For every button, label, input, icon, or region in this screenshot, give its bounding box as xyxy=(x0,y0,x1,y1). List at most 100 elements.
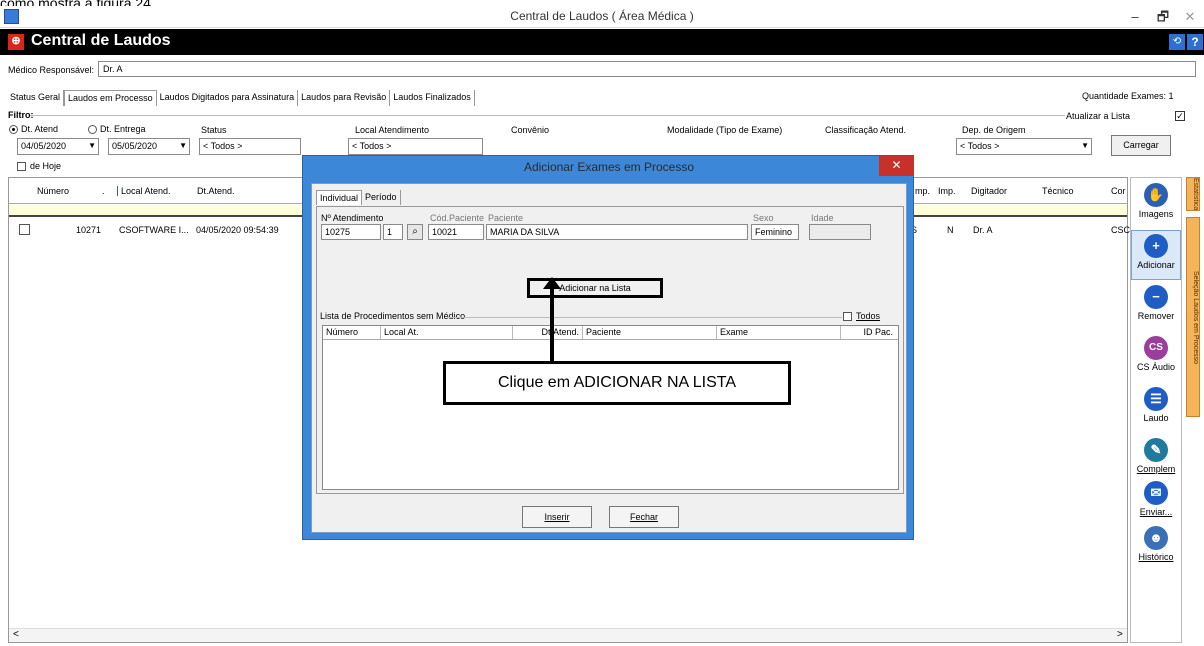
help-icon[interactable]: ? xyxy=(1187,34,1203,50)
close-window-button[interactable]: ✕ xyxy=(1177,6,1203,28)
sequence-input[interactable]: 1 xyxy=(383,224,403,240)
enviar-label: Enviar... xyxy=(1139,507,1173,517)
laudo-button[interactable]: ☰ Laudo xyxy=(1131,384,1181,434)
radio-dt-entrega[interactable]: Dt. Entrega xyxy=(88,124,146,135)
dialog-body: Individual Período Nº Atendimento Cód.Pa… xyxy=(311,183,907,533)
paciente-input[interactable]: MARIA DA SILVA xyxy=(486,224,748,240)
col-local-atend[interactable]: Local Atend. xyxy=(117,186,171,196)
quantidade-exames: Quantidade Exames: 1 xyxy=(1082,91,1174,101)
remover-button[interactable]: − Remover xyxy=(1131,282,1181,332)
document-icon: ☰ xyxy=(1144,387,1168,411)
tab-laudos-revisao[interactable]: Laudos para Revisão xyxy=(298,90,391,106)
horizontal-scrollbar[interactable]: < > xyxy=(9,628,1127,642)
carregar-button[interactable]: Carregar xyxy=(1111,135,1171,156)
window-title: Central de Laudos ( Área Médica ) xyxy=(510,9,694,23)
remover-label: Remover xyxy=(1137,311,1175,321)
dep-origem-value: < Todos > xyxy=(960,141,1000,151)
col-dt-atend[interactable]: Dt.Atend. xyxy=(197,186,235,196)
medico-field[interactable]: Dr. A xyxy=(98,61,1196,77)
de-hoje-checkbox[interactable]: de Hoje xyxy=(17,161,62,172)
inserir-button[interactable]: Inserir xyxy=(522,506,592,528)
tab-periodo[interactable]: Período xyxy=(362,190,401,205)
tab-laudos-finalizados[interactable]: Laudos Finalizados xyxy=(390,90,475,106)
tab-laudos-digitados[interactable]: Laudos Digitados para Assinatura xyxy=(157,90,299,106)
de-hoje-label: de Hoje xyxy=(30,161,62,171)
col-mp[interactable]: mp. xyxy=(915,186,930,196)
atendimento-input[interactable]: 10275 xyxy=(321,224,381,240)
atualizar-lista-checkbox[interactable]: ✓ xyxy=(1175,111,1185,121)
scroll-left-icon[interactable]: < xyxy=(13,629,19,640)
atendimento-label: Nº Atendimento xyxy=(321,213,384,223)
atualizar-lista-label: Atualizar a Lista xyxy=(1066,111,1131,121)
minimize-button[interactable]: – xyxy=(1122,6,1148,28)
status-value: < Todos > xyxy=(203,141,243,151)
status-label: Status xyxy=(201,125,227,135)
annotation-arrow-shaft xyxy=(550,285,554,361)
dep-origem-label: Dep. de Origem xyxy=(962,125,1026,135)
complement-icon: ✎ xyxy=(1144,438,1168,462)
row-checkbox[interactable] xyxy=(19,224,30,235)
tab-individual[interactable]: Individual xyxy=(316,190,363,205)
lista-col-id-pac[interactable]: ID Pac. xyxy=(841,326,896,339)
cell-cor: CSC xyxy=(1111,225,1131,235)
col-digitador[interactable]: Digitador xyxy=(971,186,1007,196)
todos-checkbox[interactable]: Todos xyxy=(843,311,881,322)
lista-col-paciente[interactable]: Paciente xyxy=(583,326,717,339)
enviar-button[interactable]: ✉ Enviar... xyxy=(1131,478,1181,528)
dep-origem-combo[interactable]: < Todos > ▼ xyxy=(956,138,1092,155)
lista-divider xyxy=(447,317,842,318)
minus-icon: − xyxy=(1144,285,1168,309)
adicionar-label: Adicionar xyxy=(1137,260,1175,270)
col-imp[interactable]: Imp. xyxy=(938,186,956,196)
col-tecnico[interactable]: Técnico xyxy=(1042,186,1074,196)
sexo-input[interactable]: Feminino xyxy=(751,224,799,240)
complem-label: Complem xyxy=(1136,464,1176,474)
todos-label: Todos xyxy=(856,311,881,321)
restore-button[interactable]: 🗗 xyxy=(1150,6,1176,28)
cell-local: CSOFTWARE I... xyxy=(119,225,189,235)
filtro-divider xyxy=(30,115,1065,116)
col-dot[interactable]: . xyxy=(102,186,105,196)
lista-col-exame[interactable]: Exame xyxy=(717,326,841,339)
date-to-combo[interactable]: 05/05/2020 ▼ xyxy=(108,138,190,155)
radio-dt-atend-label: Dt. Atend xyxy=(21,124,59,134)
estatisticas-strip[interactable]: Estatísticas xyxy=(1186,177,1200,211)
action-sidebar: ✋ Imagens + Adicionar − Remover CS CS Áudio … xyxy=(1130,177,1182,643)
date-from-combo[interactable]: 04/05/2020 ▼ xyxy=(17,138,99,155)
lista-col-dt-atend[interactable]: Dt.Atend. xyxy=(513,326,583,339)
tab-status-geral[interactable]: Status Geral xyxy=(7,90,65,106)
cell-numero: 10271 xyxy=(76,225,102,235)
dialog-title: Adicionar Exames em Processo xyxy=(523,160,695,174)
cell-digitador: Dr. A xyxy=(973,225,993,235)
radio-dt-entrega-label: Dt. Entrega xyxy=(100,124,146,134)
paciente-label: Paciente xyxy=(488,213,524,223)
binoculars-icon[interactable]: ⌕ xyxy=(407,224,423,240)
imagens-label: Imagens xyxy=(1138,209,1174,219)
cod-paciente-input[interactable]: 10021 xyxy=(428,224,484,240)
adicionar-button[interactable]: + Adicionar xyxy=(1131,230,1181,280)
idade-input[interactable] xyxy=(809,224,871,240)
lista-col-numero[interactable]: Número xyxy=(323,326,381,339)
refresh-icon[interactable]: ⟲ xyxy=(1169,34,1185,50)
lista-procedimentos-table[interactable]: Número Local At. Dt.Atend. Paciente Exam… xyxy=(322,325,899,490)
selecao-laudos-strip[interactable]: Seleção Laudos em Processo xyxy=(1186,217,1200,417)
historico-button[interactable]: ☻ Histórico xyxy=(1131,523,1181,573)
classificacao-label: Classificação Atend. xyxy=(825,125,907,135)
historico-label: Histórico xyxy=(1138,552,1174,562)
col-cor[interactable]: Cor xyxy=(1111,186,1126,196)
fechar-button[interactable]: Fechar xyxy=(609,506,679,528)
imagens-button[interactable]: ✋ Imagens xyxy=(1131,180,1181,230)
scroll-right-icon[interactable]: > xyxy=(1117,629,1123,640)
medico-label: Médico Responsável: xyxy=(8,65,95,75)
status-combo[interactable]: < Todos > xyxy=(199,138,301,155)
lista-col-local[interactable]: Local At. xyxy=(381,326,513,339)
col-numero[interactable]: Número xyxy=(37,186,69,196)
dialog-close-button[interactable]: ✕ xyxy=(879,156,914,176)
right-side-strips: Estatísticas Seleção Laudos em Processo xyxy=(1186,177,1200,427)
idade-label: Idade xyxy=(811,213,834,223)
local-atendimento-combo[interactable]: < Todos > xyxy=(348,138,483,155)
radio-dt-atend[interactable]: Dt. Atend xyxy=(9,124,59,135)
cs-audio-button[interactable]: CS CS Áudio xyxy=(1131,333,1181,383)
tab-laudos-em-processo[interactable]: Laudos em Processo xyxy=(64,90,157,106)
hand-icon: ✋ xyxy=(1144,183,1168,207)
